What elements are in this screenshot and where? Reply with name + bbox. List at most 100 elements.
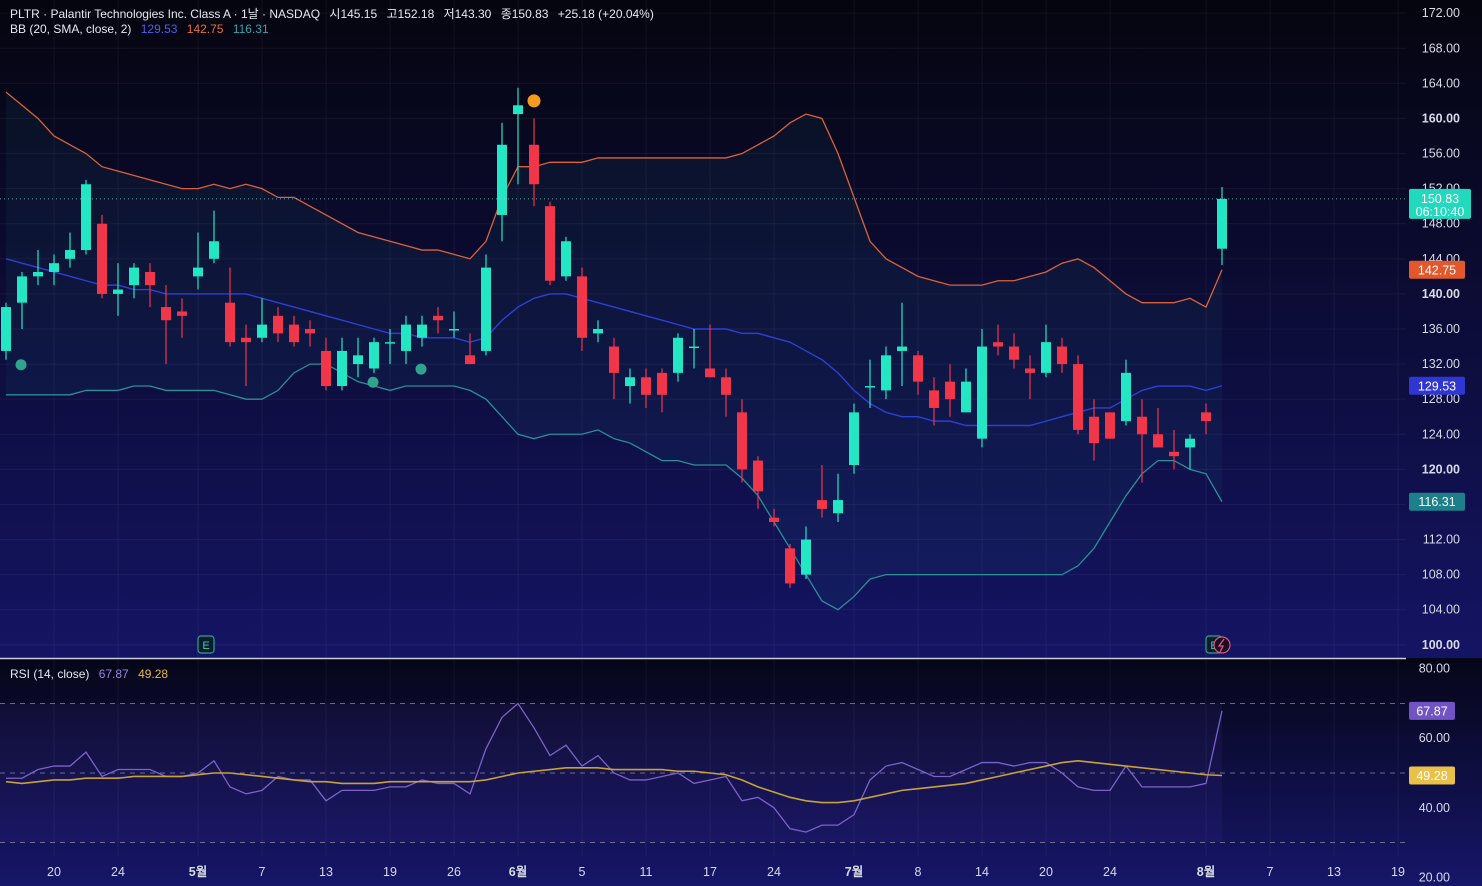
time-tick-label: 20 [1039,865,1053,879]
bb-upper-tag-label: 142.75 [1418,263,1456,277]
candle-body [225,302,235,343]
candle-body [305,329,315,334]
candle-body [449,329,459,331]
time-tick-label: 5월 [189,864,207,879]
candle-body [433,315,443,321]
candle-body [1137,416,1147,435]
symbol-title[interactable]: PLTR · Palantir Technologies Inc. Class … [10,7,320,21]
bb-lower-value: 116.31 [232,22,269,36]
candle-body [945,381,955,400]
candle-body [17,276,27,303]
candle-body [705,368,715,378]
candle-body [385,342,395,344]
countdown-label: 06:10:40 [1416,205,1465,219]
candle-body [785,548,795,584]
candle-body [1201,412,1211,422]
candle-body [849,412,859,465]
rsi-legend[interactable]: RSI (14, close) 67.87 49.28 [10,667,174,681]
candle-body [817,500,827,509]
candle [1105,412,1115,439]
candle-body [961,381,971,413]
price-tick-label: 168.00 [1422,41,1460,55]
candle-body [129,267,139,286]
time-tick-label: 11 [640,865,653,879]
candle-body [641,377,651,395]
price-tick-label: 104.00 [1422,603,1460,617]
bb-mid-tag-label: 129.53 [1418,379,1456,393]
candle-body [545,206,555,281]
candle-body [465,355,475,365]
candle-body [529,144,539,185]
signal-dot [15,359,27,371]
candle-body [497,144,507,215]
bb-legend[interactable]: BB (20, SMA, close, 2) 129.53 142.75 116… [10,22,275,36]
candle-body [1153,434,1163,448]
candle-body [977,346,987,439]
candle-body [1009,346,1019,360]
chart-canvas[interactable]: 172.00168.00164.00160.00156.00152.00148.… [0,0,1482,886]
time-tick-label: 20 [47,865,61,879]
time-tick-label: 6월 [509,864,527,879]
candle [369,337,379,373]
candle-body [577,276,587,338]
time-tick-label: 14 [975,865,989,879]
candle-body [193,267,203,277]
rsi-value: 67.87 [98,667,129,681]
candle-body [721,377,731,395]
price-tick-label: 140.00 [1422,287,1460,301]
candle-body [1121,372,1131,422]
candle [545,201,555,286]
candle [849,403,859,474]
candle-body [1073,364,1083,430]
candle [1073,355,1083,435]
candle-body [1,307,11,351]
candle-body [625,377,635,387]
price-tick-label: 156.00 [1422,147,1460,161]
price-tick-label: 164.00 [1422,76,1460,90]
candle-body [209,241,219,259]
candle-body [353,355,363,365]
candle-body [241,337,251,343]
candle-body [1089,416,1099,444]
candle-body [881,355,891,391]
price-tick-label: 132.00 [1422,357,1460,371]
candle-body [481,267,491,351]
candle-body [289,324,299,343]
bb-lower-tag-label: 116.31 [1418,495,1455,509]
candle-body [929,390,939,408]
candle-body [1025,368,1035,373]
candle-body [417,324,427,338]
time-tick-label: 13 [319,865,333,879]
price-tick-label: 108.00 [1422,568,1460,582]
signal-dot [367,376,379,388]
candle-body [513,105,523,115]
candle [561,236,571,281]
time-tick-label: 19 [383,865,397,879]
price-tick-label: 172.00 [1422,6,1460,20]
candle-body [865,386,875,388]
candle-body [993,342,1003,347]
candle-body [769,517,779,523]
candle-body [145,271,155,286]
ohlc-high: 고152.18 [386,7,435,21]
rsi-tick-label: 40.00 [1419,801,1450,815]
candle-body [913,355,923,382]
chart-root: 172.00 168.00 164.00 160.00 156.00 152.00 148.… [0,0,1482,886]
bb-upper-value: 142.75 [186,22,224,36]
candle-body [1041,342,1051,373]
time-tick-label: 24 [111,865,125,879]
rsi-ma-tag-label: 49.28 [1416,769,1447,783]
candle-body [369,342,379,369]
candle-body [897,346,907,351]
time-tick-label: 7 [1267,865,1274,879]
rsi-label: RSI (14, close) [10,667,90,681]
candle-body [113,289,123,294]
price-tick-label: 136.00 [1422,322,1460,336]
candle [81,179,91,255]
candle-body [801,539,811,575]
price-tick-label: 100.00 [1422,638,1460,652]
rsi-tick-label: 60.00 [1419,731,1450,745]
candle-body [689,346,699,349]
candle-body [609,346,619,373]
candle-body [737,412,747,470]
